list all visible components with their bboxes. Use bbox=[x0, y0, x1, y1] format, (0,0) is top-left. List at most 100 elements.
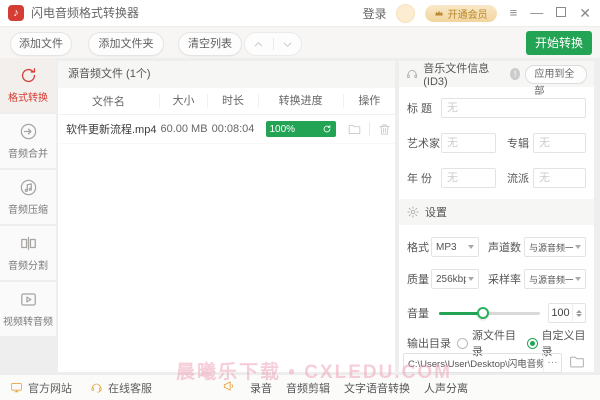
start-convert-button[interactable]: 开始转换 bbox=[526, 31, 592, 55]
gear-icon bbox=[406, 205, 420, 219]
sidebar-item-audio-merge[interactable]: 音频合并 bbox=[0, 114, 56, 168]
online-support-label: 在线客服 bbox=[108, 380, 152, 396]
channels-label: 声道数 bbox=[488, 239, 522, 255]
statusbar-link-recording[interactable]: 录音 bbox=[250, 380, 272, 396]
id3-year-genre-row: 年 份 流派 bbox=[407, 167, 586, 189]
radio-custom-dir[interactable] bbox=[527, 338, 538, 349]
add-folder-button[interactable]: 添加文件夹 bbox=[88, 32, 164, 56]
sidebar-item-label: 音频合并 bbox=[8, 145, 48, 160]
statusbar-links: 录音 音频剪辑 文字语音转换 人声分离 bbox=[222, 375, 468, 400]
output-label: 输出目录 bbox=[407, 335, 457, 351]
delete-trash-icon[interactable] bbox=[377, 122, 392, 137]
sidebar: 格式转换 音频合并 音频压缩 音频分割 视频转音频 bbox=[0, 58, 56, 375]
quality-value: 256kbps bbox=[436, 274, 466, 285]
volume-stepper[interactable] bbox=[572, 304, 585, 322]
samplerate-label: 采样率 bbox=[488, 271, 522, 287]
step-down-icon[interactable] bbox=[576, 314, 582, 317]
titlebar-right-group: 登录 开通会员 ≡ — ✕ bbox=[363, 0, 591, 26]
convert-refresh-icon bbox=[19, 66, 38, 85]
id3-year-input[interactable] bbox=[441, 168, 496, 188]
title-label: 标 题 bbox=[407, 100, 441, 116]
radio-source-dir[interactable] bbox=[457, 338, 468, 349]
output-path-row: C:\Users\User\Desktop\闪电音频格式转换 ··· bbox=[403, 352, 588, 374]
minimize-icon[interactable]: — bbox=[530, 0, 543, 26]
table-row[interactable]: 软件更新流程.mp4 60.00 MB 00:08:04 100% bbox=[58, 115, 395, 144]
id3-section-header: 音乐文件信息 (ID3) ! 应用到全部 bbox=[399, 61, 594, 87]
status-bar: 官方网站 在线客服 录音 音频剪辑 文字语音转换 人声分离 bbox=[0, 374, 600, 400]
title-bar: ♪ 闪电音频格式转换器 登录 开通会员 ≡ — ✕ bbox=[0, 0, 600, 27]
clear-list-button[interactable]: 清空列表 bbox=[178, 32, 242, 56]
sidebar-item-video-to-audio[interactable]: 视频转音频 bbox=[0, 282, 56, 336]
slider-thumb[interactable] bbox=[477, 307, 489, 319]
vip-label: 开通会员 bbox=[448, 6, 488, 21]
album-label: 专辑 bbox=[507, 135, 533, 151]
info-icon[interactable]: ! bbox=[510, 68, 520, 80]
sidebar-item-label: 视频转音频 bbox=[3, 313, 53, 328]
id3-artist-input[interactable] bbox=[441, 133, 496, 153]
column-progress: 转换进度 bbox=[258, 94, 343, 108]
merge-icon bbox=[19, 122, 38, 141]
file-name: 软件更新流程.mp4 bbox=[58, 121, 160, 137]
chevron-down-icon bbox=[575, 245, 581, 249]
reorder-control bbox=[244, 32, 302, 56]
format-label: 格式 bbox=[407, 239, 431, 255]
volume-value: 100 bbox=[549, 307, 572, 319]
maximize-icon[interactable] bbox=[556, 0, 566, 26]
step-up-icon[interactable] bbox=[576, 310, 582, 313]
channels-select[interactable]: 与源音频一致 bbox=[524, 237, 586, 257]
browse-button[interactable]: ··· bbox=[543, 354, 561, 372]
genre-label: 流派 bbox=[507, 170, 533, 186]
sidebar-item-audio-compress[interactable]: 音频压缩 bbox=[0, 170, 56, 224]
file-duration: 00:08:04 bbox=[208, 123, 258, 135]
volume-numbox: 100 bbox=[548, 303, 586, 323]
statusbar-left: 官方网站 在线客服 bbox=[10, 375, 152, 400]
id3-genre-input[interactable] bbox=[533, 168, 586, 188]
vip-button[interactable]: 开通会员 bbox=[425, 5, 497, 22]
avatar[interactable] bbox=[396, 4, 415, 23]
menu-icon[interactable]: ≡ bbox=[510, 0, 518, 26]
artist-label: 艺术家 bbox=[407, 135, 441, 151]
progress-bar: 100% bbox=[266, 121, 336, 137]
crown-icon bbox=[434, 8, 444, 18]
move-down-icon[interactable] bbox=[274, 39, 302, 50]
divider bbox=[369, 122, 370, 136]
statusbar-link-audio-edit[interactable]: 音频剪辑 bbox=[286, 380, 330, 396]
monitor-icon bbox=[10, 381, 23, 394]
official-website-label: 官方网站 bbox=[28, 380, 72, 396]
samplerate-select[interactable]: 与源音频一致 bbox=[524, 269, 586, 289]
toolbar: 添加文件 添加文件夹 清空列表 开始转换 bbox=[0, 27, 600, 58]
music-note-circle-icon bbox=[19, 178, 38, 197]
app-window: ♪ 闪电音频格式转换器 登录 开通会员 ≡ — ✕ 添加文件 添加文件夹 清空列… bbox=[0, 0, 600, 400]
open-output-folder-icon[interactable] bbox=[568, 353, 588, 374]
id3-album-input[interactable] bbox=[533, 133, 586, 153]
sidebar-item-audio-split[interactable]: 音频分割 bbox=[0, 226, 56, 280]
statusbar-link-vocal-separation[interactable]: 人声分离 bbox=[424, 380, 468, 396]
move-up-icon[interactable] bbox=[245, 39, 273, 50]
add-file-button[interactable]: 添加文件 bbox=[10, 32, 72, 56]
quality-label: 质量 bbox=[407, 271, 431, 287]
video-play-icon bbox=[19, 290, 38, 309]
format-select[interactable]: MP3 bbox=[431, 237, 479, 257]
quality-select[interactable]: 256kbps bbox=[431, 269, 479, 289]
sidebar-item-format-convert[interactable]: 格式转换 bbox=[0, 58, 56, 112]
open-folder-icon[interactable] bbox=[347, 122, 362, 137]
settings-panel: 音乐文件信息 (ID3) ! 应用到全部 标 题 艺术家 专辑 年 份 流派 设… bbox=[399, 61, 594, 372]
progress-value: 100% bbox=[270, 124, 296, 135]
refresh-icon bbox=[322, 124, 332, 134]
close-icon[interactable]: ✕ bbox=[579, 0, 591, 26]
statusbar-link-tts[interactable]: 文字语音转换 bbox=[344, 380, 410, 396]
volume-slider[interactable] bbox=[439, 307, 540, 319]
year-label: 年 份 bbox=[407, 170, 441, 186]
id3-title-input[interactable] bbox=[441, 98, 586, 118]
column-size: 大小 bbox=[159, 94, 207, 108]
apply-to-all-button[interactable]: 应用到全部 bbox=[525, 65, 587, 84]
login-button[interactable]: 登录 bbox=[363, 5, 387, 22]
headphones-icon bbox=[406, 67, 418, 81]
headset-icon bbox=[90, 381, 103, 394]
output-path-input[interactable]: C:\Users\User\Desktop\闪电音频格式转换 ··· bbox=[403, 353, 562, 373]
column-duration: 时长 bbox=[207, 94, 257, 108]
file-list-panel: 源音频文件 (1个) 文件名 大小 时长 转换进度 操作 软件更新流程.mp4 … bbox=[58, 61, 395, 372]
format-channels-row: 格式 MP3 声道数 与源音频一致 bbox=[407, 236, 586, 258]
online-support-link[interactable]: 在线客服 bbox=[90, 380, 152, 396]
official-website-link[interactable]: 官方网站 bbox=[10, 380, 72, 396]
